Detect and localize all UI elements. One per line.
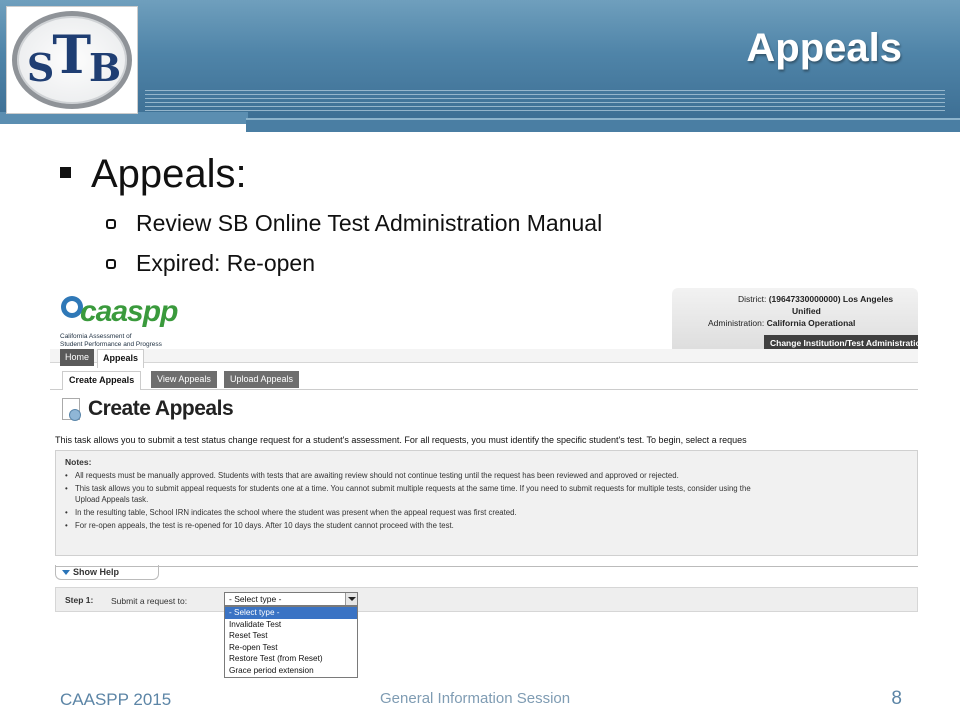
caaspp-logo-subtitle: California Assessment of Student Perform… bbox=[60, 333, 162, 349]
dropdown-option[interactable]: Restore Test (from Reset) bbox=[225, 653, 357, 665]
step-1-row: Step 1: Submit a request to: bbox=[55, 587, 918, 612]
header-decorative-lines bbox=[145, 90, 945, 112]
main-bullet: Appeals: bbox=[60, 152, 247, 197]
administration-value: California Operational bbox=[766, 318, 856, 328]
sub-tab-divider bbox=[50, 389, 918, 390]
sub-bullet: Expired: Re-open bbox=[106, 250, 315, 277]
note-item: For re-open appeals, the test is re-open… bbox=[65, 520, 908, 531]
request-type-select[interactable]: - Select type - bbox=[224, 592, 358, 606]
note-item: This task allows you to submit appeal re… bbox=[65, 483, 908, 494]
embedded-screenshot: caaspp California Assessment of Student … bbox=[50, 285, 918, 680]
note-item: All requests must be manually approved. … bbox=[65, 470, 908, 481]
sub-bullet-text: Review SB Online Test Administration Man… bbox=[136, 210, 603, 236]
sub-bullet-icon bbox=[106, 219, 116, 229]
caret-down-icon bbox=[62, 570, 70, 575]
tab-appeals[interactable]: Appeals bbox=[97, 349, 145, 368]
dropdown-option[interactable]: Grace period extension bbox=[225, 665, 357, 677]
footer-center: General Information Session bbox=[380, 690, 571, 707]
sub-bullet-text: Expired: Re-open bbox=[136, 250, 315, 276]
help-divider bbox=[55, 566, 918, 567]
tab-home[interactable]: Home bbox=[60, 349, 95, 366]
logo-subtitle-line: Student Performance and Progress bbox=[60, 341, 162, 348]
step-label: Step 1: bbox=[65, 595, 94, 605]
administration-label: Administration: bbox=[708, 318, 765, 328]
district-row: District: (19647330000000) Los Angeles bbox=[738, 294, 893, 304]
main-bullet-text: Appeals: bbox=[91, 152, 247, 196]
header-ledge-right bbox=[246, 118, 960, 132]
notes-heading: Notes: bbox=[65, 457, 92, 467]
step-prompt: Submit a request to: bbox=[111, 596, 188, 606]
note-item: In the resulting table, School IRN indic… bbox=[65, 507, 908, 518]
document-search-icon bbox=[62, 398, 81, 421]
tab-create-appeals[interactable]: Create Appeals bbox=[62, 371, 142, 390]
sub-bullet: Review SB Online Test Administration Man… bbox=[106, 210, 602, 237]
district-value-line2: Unified bbox=[792, 306, 821, 316]
administration-row: Administration: California Operational bbox=[708, 318, 855, 328]
logo-subtitle-line: California Assessment of bbox=[60, 333, 132, 340]
dropdown-arrow-icon[interactable] bbox=[345, 593, 357, 605]
page-title: Create Appeals bbox=[88, 397, 234, 420]
show-help-toggle[interactable]: Show Help bbox=[55, 565, 159, 580]
caaspp-logo: caaspp California Assessment of Student … bbox=[58, 293, 188, 353]
notes-panel: Notes: All requests must be manually app… bbox=[55, 450, 918, 556]
show-help-label: Show Help bbox=[73, 567, 120, 577]
main-nav-bar bbox=[50, 349, 918, 363]
dropdown-option[interactable]: Reset Test bbox=[225, 630, 357, 642]
select-value: - Select type - bbox=[229, 594, 282, 604]
intro-text: This task allows you to submit a test st… bbox=[55, 435, 747, 445]
dropdown-option[interactable]: - Select type - bbox=[225, 607, 357, 619]
logo-text: STB bbox=[26, 25, 121, 90]
page-number: 8 bbox=[891, 688, 902, 709]
institution-info-panel: District: (19647330000000) Los Angeles U… bbox=[672, 288, 918, 354]
tab-view-appeals[interactable]: View Appeals bbox=[151, 371, 217, 388]
square-bullet-icon bbox=[60, 166, 71, 178]
district-label: District: bbox=[738, 294, 767, 304]
dropdown-option[interactable]: Re-open Test bbox=[225, 642, 357, 654]
stb-logo: STB bbox=[6, 6, 138, 114]
caaspp-logo-word: caaspp bbox=[80, 295, 178, 328]
request-type-dropdown-list: - Select type - Invalidate Test Reset Te… bbox=[224, 606, 358, 678]
sub-bullet-icon bbox=[106, 259, 116, 269]
tab-upload-appeals[interactable]: Upload Appeals bbox=[224, 371, 300, 388]
district-value: (19647330000000) Los Angeles bbox=[768, 294, 894, 304]
footer-left: CAASPP 2015 bbox=[60, 690, 172, 709]
dropdown-option[interactable]: Invalidate Test bbox=[225, 619, 357, 631]
note-item-continuation: Upload Appeals task. bbox=[75, 495, 149, 504]
slide-header: Appeals STB bbox=[0, 0, 960, 132]
slide-title: Appeals bbox=[746, 26, 902, 70]
